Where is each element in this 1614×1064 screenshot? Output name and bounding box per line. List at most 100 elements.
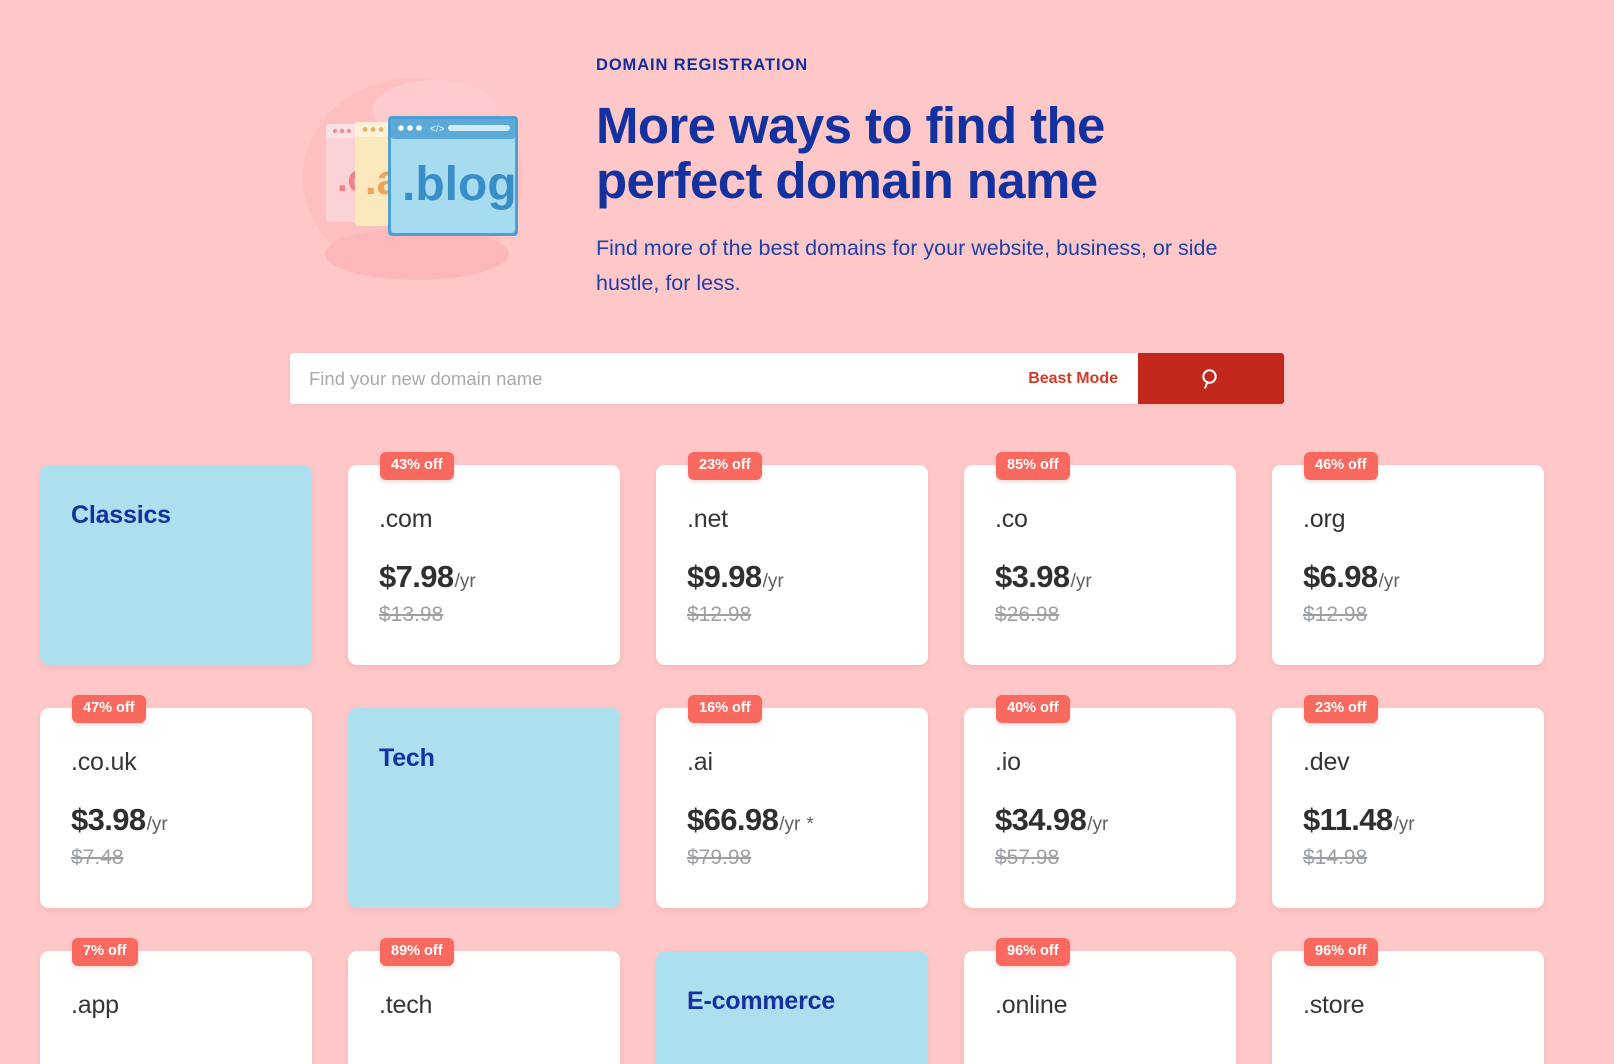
search-input[interactable] xyxy=(309,367,1015,390)
grid-cell: 96% off .store xyxy=(1272,938,1544,1064)
tld-price-period: /yr xyxy=(146,814,168,835)
domain-browsers-illustration: </> .c </> .a xyxy=(285,58,540,293)
grid-cell: Tech xyxy=(348,695,620,908)
tld-card[interactable]: .ai $66.98/yr * $79.98 xyxy=(656,708,928,908)
tld-card[interactable]: .io $34.98/yr $57.98 xyxy=(964,708,1236,908)
grid-cell: 16% off .ai $66.98/yr * $79.98 xyxy=(656,695,928,908)
tld-name: .co.uk xyxy=(71,748,137,776)
tld-price-line: $66.98/yr * xyxy=(687,802,814,838)
tld-price-period: /yr xyxy=(454,571,476,592)
page-title: More ways to find the perfect domain nam… xyxy=(596,96,1105,210)
tld-card[interactable]: .store xyxy=(1272,951,1544,1064)
tld-price: $3.98 xyxy=(71,802,146,837)
tld-old-price: $12.98 xyxy=(687,603,752,626)
svg-text:</>: </> xyxy=(430,124,445,135)
tld-price-line: $11.48/yr xyxy=(1303,802,1421,838)
tld-price: $9.98 xyxy=(687,559,762,594)
tld-name: .dev xyxy=(1303,748,1350,776)
tld-price-line: $7.98/yr xyxy=(379,559,482,595)
tld-price-period: /yr xyxy=(779,814,801,835)
category-card[interactable]: E-commerce xyxy=(656,951,928,1064)
tld-name: .online xyxy=(995,991,1068,1019)
tld-price-period: /yr xyxy=(1070,571,1092,592)
discount-badge: 47% off xyxy=(72,695,146,723)
tld-name: .org xyxy=(1303,505,1346,533)
tld-old-price: $14.98 xyxy=(1303,846,1368,869)
grid-cell: 46% off .org $6.98/yr $12.98 xyxy=(1272,452,1544,665)
discount-badge: 96% off xyxy=(1304,938,1378,966)
tld-card[interactable]: .co.uk $3.98/yr $7.48 xyxy=(40,708,312,908)
tld-price-asterisk: * xyxy=(806,814,814,835)
tld-price-line: $3.98/yr xyxy=(995,559,1098,595)
discount-badge: 85% off xyxy=(996,452,1070,480)
tld-price-period: /yr xyxy=(762,571,784,592)
discount-badge: 23% off xyxy=(1304,695,1378,723)
discount-badge: 40% off xyxy=(996,695,1070,723)
discount-badge: 7% off xyxy=(72,938,138,966)
tld-name: .store xyxy=(1303,991,1365,1019)
hero-section: </> .c </> .a xyxy=(0,0,1614,330)
tld-price: $66.98 xyxy=(687,802,779,837)
tld-card[interactable]: .net $9.98/yr $12.98 xyxy=(656,465,928,665)
beast-mode-link[interactable]: Beast Mode xyxy=(1014,370,1138,388)
tld-price: $11.48 xyxy=(1303,802,1393,837)
tld-price: $3.98 xyxy=(995,559,1070,594)
category-card-label: E-commerce xyxy=(687,987,836,1015)
category-card[interactable]: Tech xyxy=(348,708,620,908)
svg-text:.blog: .blog xyxy=(402,158,517,211)
tld-price-line: $3.98/yr xyxy=(71,802,174,838)
tld-name: .co xyxy=(995,505,1028,533)
tld-card[interactable]: .tech xyxy=(348,951,620,1064)
grid-cell: E-commerce xyxy=(656,938,928,1064)
hero-text-block: DOMAIN REGISTRATION More ways to find th… xyxy=(596,56,1286,301)
search-submit-button[interactable] xyxy=(1138,353,1284,404)
grid-cell: 40% off .io $34.98/yr $57.98 xyxy=(964,695,1236,908)
tld-name: .ai xyxy=(687,748,713,776)
tld-name: .io xyxy=(995,748,1021,776)
discount-badge: 46% off xyxy=(1304,452,1378,480)
tld-card[interactable]: .online xyxy=(964,951,1236,1064)
grid-cell: 85% off .co $3.98/yr $26.98 xyxy=(964,452,1236,665)
tld-old-price: $57.98 xyxy=(995,846,1060,869)
search-field-wrapper: Beast Mode xyxy=(290,353,1138,404)
tld-old-price: $13.98 xyxy=(379,603,444,626)
grid-cell: 23% off .dev $11.48/yr $14.98 xyxy=(1272,695,1544,908)
grid-cell: Classics xyxy=(40,452,312,665)
discount-badge: 43% off xyxy=(380,452,454,480)
domain-search-bar: Beast Mode xyxy=(290,353,1284,404)
tld-card[interactable]: .app xyxy=(40,951,312,1064)
grid-cell: 47% off .co.uk $3.98/yr $7.48 xyxy=(40,695,312,908)
tld-card[interactable]: .dev $11.48/yr $14.98 xyxy=(1272,708,1544,908)
tld-price-period: /yr xyxy=(1378,571,1400,592)
tld-name: .tech xyxy=(379,991,433,1019)
category-card-label: Classics xyxy=(71,501,171,529)
grid-cell: 89% off .tech xyxy=(348,938,620,1064)
tld-price-line: $6.98/yr xyxy=(1303,559,1406,595)
tld-old-price: $26.98 xyxy=(995,603,1060,626)
search-icon xyxy=(1199,367,1223,391)
tld-card[interactable]: .org $6.98/yr $12.98 xyxy=(1272,465,1544,665)
category-card-label: Tech xyxy=(379,744,435,772)
grid-cell: 7% off .app xyxy=(40,938,312,1064)
tld-name: .app xyxy=(71,991,119,1019)
grid-cell: 43% off .com $7.98/yr $13.98 xyxy=(348,452,620,665)
tld-name: .com xyxy=(379,505,433,533)
tld-old-price: $79.98 xyxy=(687,846,752,869)
tld-price: $6.98 xyxy=(1303,559,1378,594)
tld-card[interactable]: .com $7.98/yr $13.98 xyxy=(348,465,620,665)
hero-eyebrow: DOMAIN REGISTRATION xyxy=(596,56,809,74)
grid-cell: 96% off .online xyxy=(964,938,1236,1064)
tld-old-price: $7.48 xyxy=(71,846,124,869)
discount-badge: 23% off xyxy=(688,452,762,480)
domain-registration-page: </> .c </> .a xyxy=(0,0,1614,1064)
tld-price-line: $34.98/yr xyxy=(995,802,1114,838)
domain-pricing-grid: Classics 43% off .com $7.98/yr $13.98 23% off… xyxy=(40,452,1544,1064)
tld-card[interactable]: .co $3.98/yr $26.98 xyxy=(964,465,1236,665)
tld-old-price: $12.98 xyxy=(1303,603,1368,626)
tld-name: .net xyxy=(687,505,728,533)
category-card[interactable]: Classics xyxy=(40,465,312,665)
tld-price-period: /yr xyxy=(1087,814,1109,835)
hero-subtitle: Find more of the best domains for your w… xyxy=(596,235,1218,295)
tld-price: $34.98 xyxy=(995,802,1087,837)
tld-price-period: /yr xyxy=(1393,814,1415,835)
